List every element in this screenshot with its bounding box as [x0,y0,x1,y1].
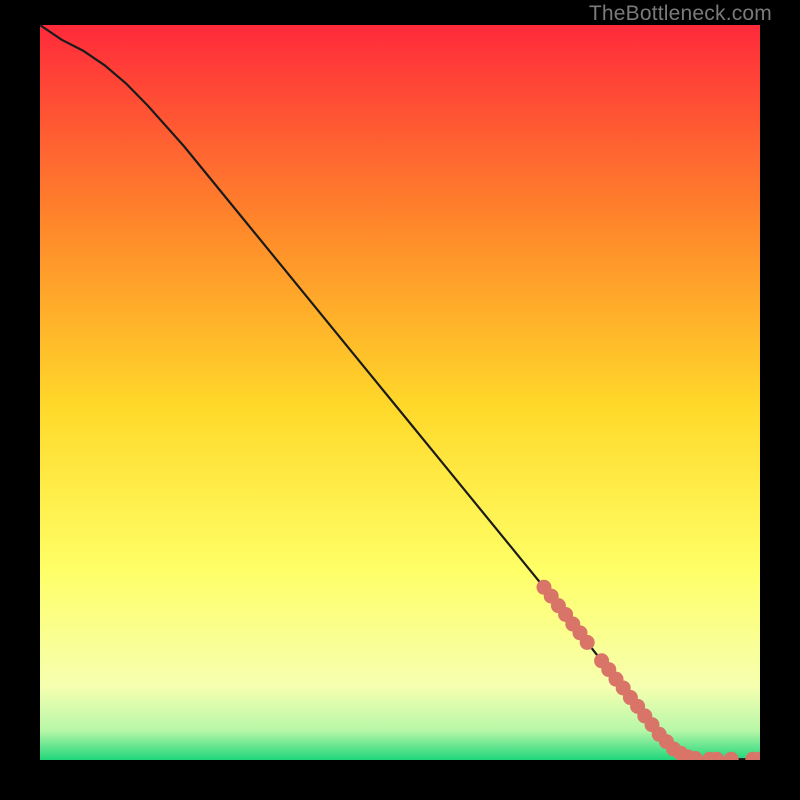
watermark-text: TheBottleneck.com [589,2,772,26]
chart-svg [40,25,760,760]
chart-stage: TheBottleneck.com [0,0,800,800]
data-marker [580,635,595,650]
gradient-bg [40,25,760,760]
plot-area [40,25,760,760]
